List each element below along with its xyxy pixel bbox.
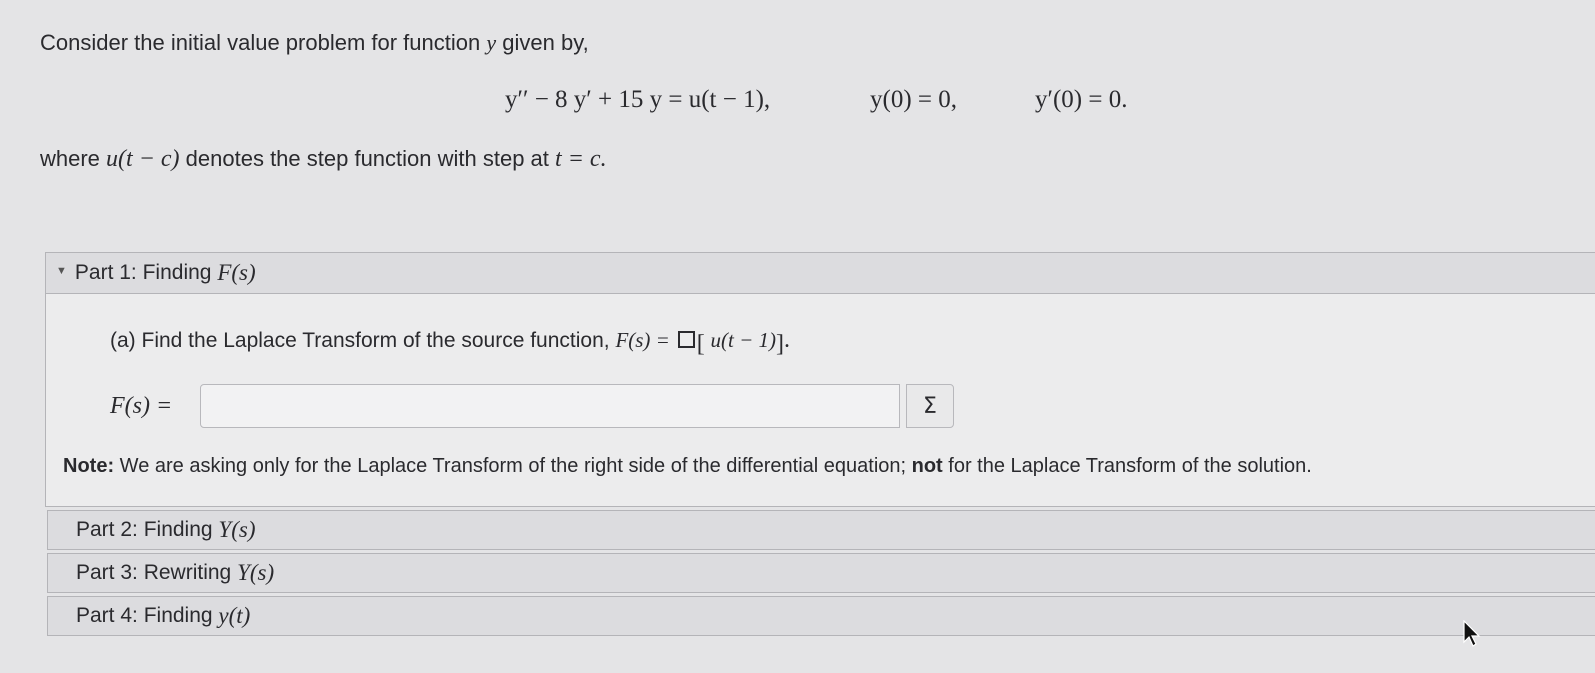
math-editor-button[interactable]: Σ	[906, 384, 954, 428]
part2-header[interactable]: Part 2: Finding Y(s)	[47, 510, 1595, 550]
left-bracket: [	[696, 331, 705, 357]
question-math-lhs: F(s) =	[615, 328, 670, 352]
intro-text: Consider the initial value problem for f…	[40, 30, 481, 55]
where-cond: t = c.	[555, 146, 607, 172]
where-prefix: where	[40, 146, 100, 171]
question-period: .	[784, 327, 791, 353]
note-text-2: for the Laplace Transform of the solutio…	[948, 455, 1312, 477]
mouse-pointer-icon	[1463, 620, 1481, 647]
part1-panel: ▼ Part 1: Finding F(s) (a) Find the Lapl…	[45, 252, 1595, 507]
part1-note: Note: We are asking only for the Laplace…	[63, 455, 1312, 478]
part3-header[interactable]: Part 3: Rewriting Y(s)	[47, 553, 1595, 593]
part4-header[interactable]: Part 4: Finding y(t)	[47, 596, 1595, 636]
part4-title-math: y(t)	[218, 603, 251, 628]
question-math-arg: u(t − 1)	[710, 328, 777, 352]
answer-label: F(s) =	[110, 393, 173, 419]
right-bracket: ]	[776, 331, 785, 357]
initial-condition-yprime: y′(0) = 0.	[1035, 86, 1128, 113]
where-middle: denotes the step function with step at	[185, 146, 549, 171]
intro-variable: y	[486, 30, 497, 55]
part1-title-text: Part 1: Finding	[74, 261, 212, 284]
ode-equation: y′′ − 8 y′ + 15 y = u(t − 1),	[505, 86, 870, 114]
ode-lhs: y′′ − 8 y′ + 15 y =	[505, 86, 683, 113]
intro-suffix: given by,	[502, 30, 589, 55]
answer-input[interactable]	[200, 384, 900, 428]
triangle-down-icon: ▼	[56, 265, 67, 277]
differential-equation: y′′ − 8 y′ + 15 y = u(t − 1), y(0) = 0, …	[505, 86, 1127, 114]
part1-title-math: F(s)	[217, 260, 256, 285]
laplace-operator-icon	[677, 331, 695, 348]
problem-intro: Consider the initial value problem for f…	[40, 30, 589, 56]
part1-question: (a) Find the Laplace Transform of the so…	[110, 327, 791, 357]
question-text: (a) Find the Laplace Transform of the so…	[110, 329, 610, 352]
part2-title-math: Y(s)	[218, 517, 256, 542]
step-function-definition: where u(t − c) denotes the step function…	[40, 146, 607, 173]
note-not: not	[911, 455, 943, 477]
note-text-1: We are asking only for the Laplace Trans…	[119, 455, 907, 477]
part3-title-text: Part 3: Rewriting	[76, 561, 232, 584]
ode-rhs: u(t − 1),	[688, 86, 771, 113]
where-func: u(t − c)	[106, 146, 180, 172]
part2-title-text: Part 2: Finding	[76, 518, 213, 541]
initial-condition-y: y(0) = 0,	[870, 86, 957, 113]
part1-header[interactable]: ▼ Part 1: Finding F(s)	[46, 253, 1595, 294]
part3-title-math: Y(s)	[237, 560, 275, 585]
part4-title-text: Part 4: Finding	[76, 604, 213, 627]
note-label: Note:	[63, 455, 115, 477]
